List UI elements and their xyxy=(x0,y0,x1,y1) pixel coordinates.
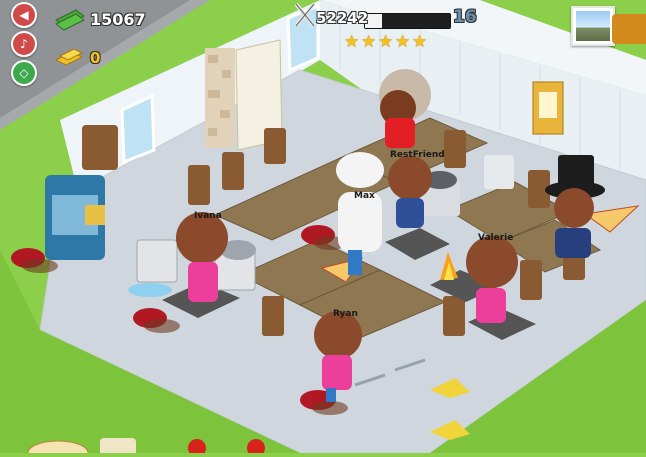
music-note-icon: ♪ xyxy=(20,37,28,51)
settings-diamond-icon: ◇ xyxy=(19,66,29,80)
star-icon: ★ xyxy=(395,32,411,52)
level-value: 16 xyxy=(453,7,477,27)
rating-stars: ★ ★ ★ ★ ★ xyxy=(344,32,428,52)
xp-progress-bar xyxy=(364,13,451,29)
gold-bars-icon xyxy=(54,48,84,66)
coins-counter: 15067 xyxy=(54,8,174,36)
xp-value: 52242 xyxy=(316,9,369,27)
gold-value: 0 xyxy=(90,49,101,67)
neighbor-photo xyxy=(576,11,610,41)
character-name-valerie: Valerie xyxy=(478,233,514,243)
settings-button[interactable]: ◇ xyxy=(11,60,37,86)
cash-stack-icon xyxy=(55,9,85,31)
sound-button[interactable]: ◀ xyxy=(11,2,37,28)
character-name-ivana: Ivana xyxy=(194,211,222,221)
side-panel-tab[interactable] xyxy=(612,14,646,44)
gold-counter: 0 xyxy=(54,46,114,74)
speaker-mute-icon: ◀ xyxy=(19,8,29,22)
neighbor-thumbnail[interactable] xyxy=(571,6,615,46)
star-icon: ★ xyxy=(378,32,394,52)
character-name-ryan: Ryan xyxy=(333,309,358,319)
star-icon: ★ xyxy=(412,32,428,52)
restaurant-scene[interactable]: ◀ ♪ ◇ 15067 0 52242 16 ★ ★ ★ ★ ★ RestFri… xyxy=(0,0,646,457)
star-icon: ★ xyxy=(361,32,377,52)
coins-value: 15067 xyxy=(90,10,146,29)
star-icon: ★ xyxy=(344,32,360,52)
music-button[interactable]: ♪ xyxy=(11,31,37,57)
character-name-restfriend: RestFriend xyxy=(390,150,445,160)
character-name-max: Max xyxy=(354,191,375,201)
